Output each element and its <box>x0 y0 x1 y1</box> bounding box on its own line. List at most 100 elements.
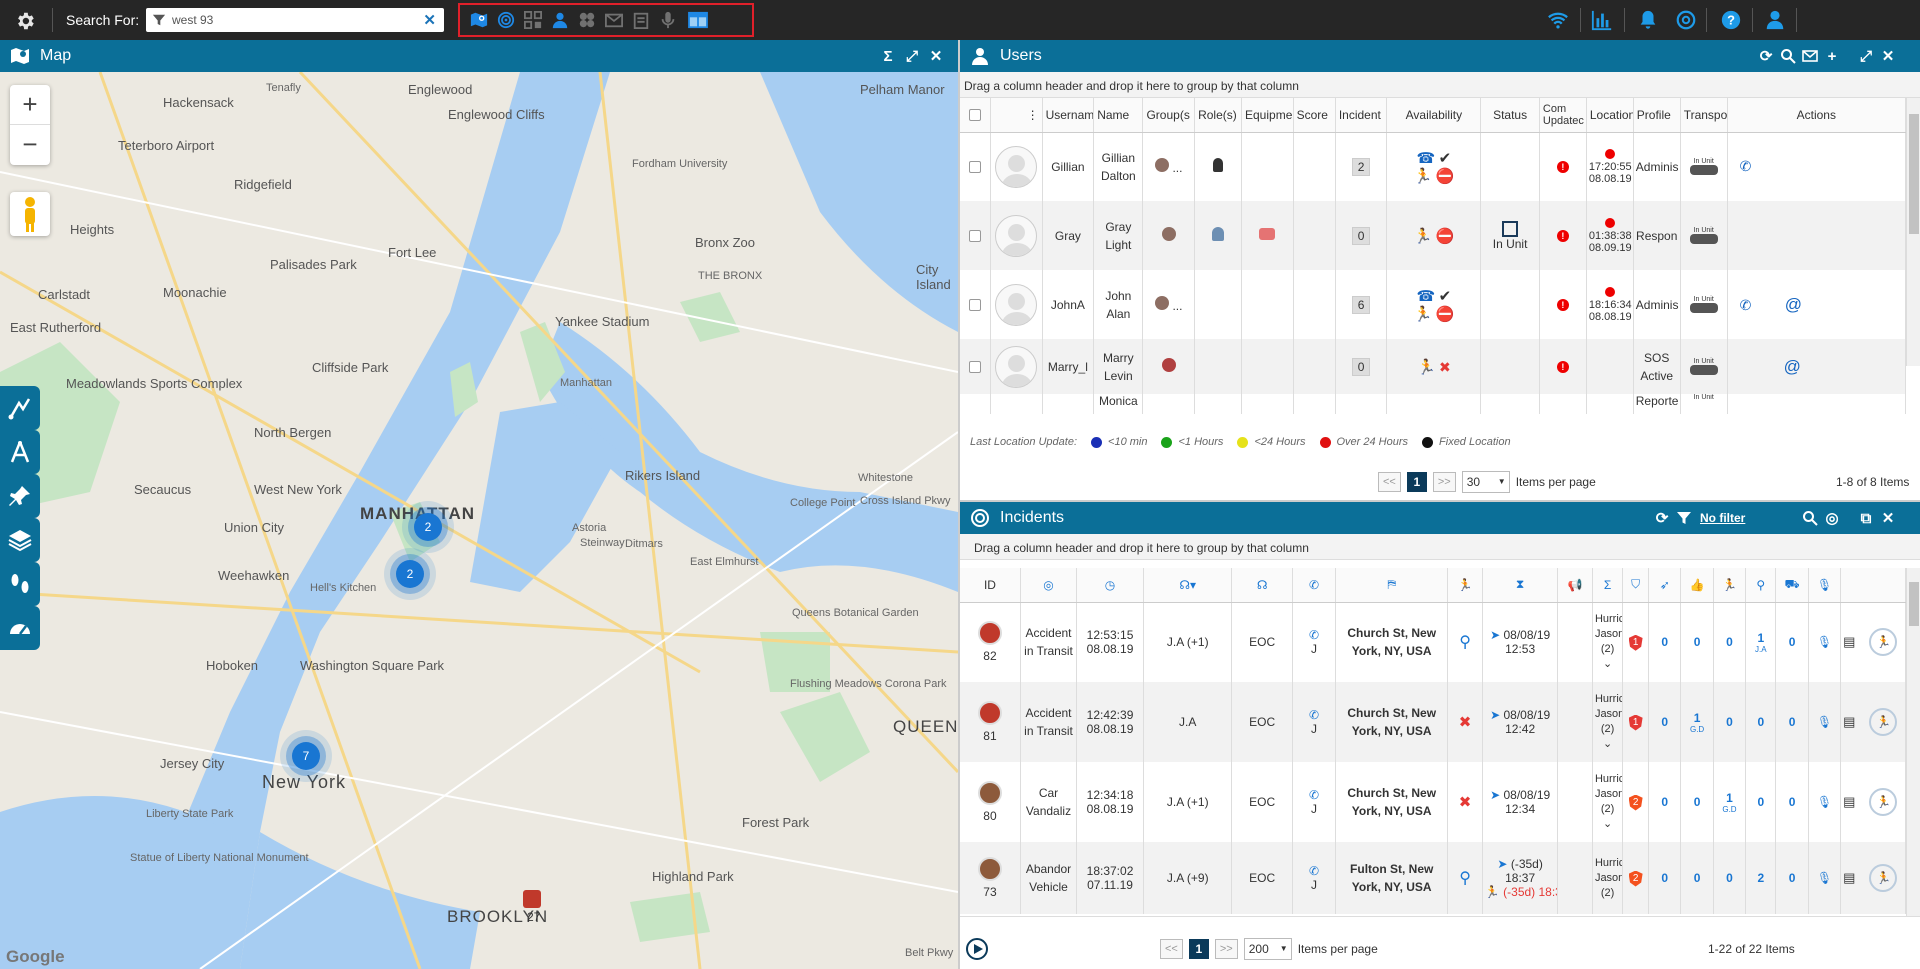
add-incident-icon[interactable]: ◎ <box>1824 510 1840 527</box>
phone-icon[interactable]: ✆ <box>1295 708 1333 722</box>
users-icon[interactable] <box>551 11 569 29</box>
footprints-tool[interactable] <box>0 562 40 606</box>
mail-icon[interactable] <box>1802 48 1818 64</box>
pin-tool[interactable] <box>0 474 40 518</box>
column-header[interactable]: Equipme <box>1241 98 1294 133</box>
voice-icon[interactable] <box>659 11 677 29</box>
row-checkbox[interactable] <box>960 132 991 201</box>
responders-column-icon[interactable]: 🏃 <box>1713 568 1747 603</box>
chevron-down-icon[interactable]: ⌄ <box>1595 817 1620 832</box>
column-header[interactable]: Group(s <box>1142 98 1196 133</box>
play-icon[interactable] <box>966 938 988 960</box>
wifi-icon[interactable] <box>1546 9 1570 31</box>
dispatch-column-icon[interactable]: ➶ <box>1648 568 1682 603</box>
table-row[interactable]: 81 Accident in Transit 12:42:39 08.08.19 … <box>960 682 1906 762</box>
messages-icon[interactable] <box>605 11 623 29</box>
acknowledge-column-icon[interactable]: 👍 <box>1680 568 1714 603</box>
run-incident-button[interactable]: 🏃 <box>1869 864 1898 892</box>
search-input[interactable] <box>172 10 412 30</box>
zoom-in-button[interactable]: + <box>10 85 50 125</box>
settings-gear-icon[interactable] <box>14 10 34 30</box>
filter-icon[interactable] <box>1676 510 1692 526</box>
zoom-out-button[interactable]: − <box>10 125 50 165</box>
column-header[interactable]: Location <box>1586 98 1634 133</box>
per-page-select[interactable]: 200 <box>1243 938 1292 960</box>
close-icon[interactable]: ✕ <box>1880 510 1896 527</box>
next-page-button[interactable]: >> <box>1214 939 1238 959</box>
close-icon[interactable]: ✕ <box>928 48 944 65</box>
report-icon[interactable]: ▤ <box>1843 623 1855 661</box>
incidents-group-hint[interactable]: Drag a column header and drop it here to… <box>960 534 1920 560</box>
row-checkbox[interactable] <box>960 339 991 394</box>
broadcast-column-icon[interactable]: 📢 <box>1557 568 1593 603</box>
resources-icon[interactable] <box>578 11 596 29</box>
per-page-select[interactable]: 30 <box>1461 471 1510 493</box>
column-header[interactable]: Com Updatec <box>1539 98 1587 133</box>
location-pin-icon[interactable]: ⚲ <box>1459 870 1471 887</box>
column-header[interactable]: Status <box>1480 98 1540 133</box>
location-pin-icon[interactable]: ⚲ <box>1459 634 1471 651</box>
chevron-down-icon[interactable]: ⌄ <box>1595 657 1620 672</box>
email-at-icon[interactable]: @ <box>1785 295 1802 314</box>
audio-column-icon[interactable]: 🎙 <box>1808 568 1842 603</box>
table-row[interactable]: 82 Accident in Transit 12:53:15 08.08.19 … <box>960 602 1906 682</box>
column-header-id[interactable]: ID <box>960 568 1021 603</box>
microphone-icon[interactable]: 🎙 <box>1817 795 1832 809</box>
unassigned-icon[interactable]: ✖ <box>1459 794 1472 811</box>
severity-column-icon[interactable]: ⛉ <box>1622 568 1650 603</box>
map-cluster-marker[interactable]: 2 <box>396 560 424 588</box>
row-checkbox[interactable] <box>960 394 991 414</box>
table-row[interactable]: Marry_l Marry Levin 0 🏃 ✖ ! SOS Active I… <box>960 339 1907 394</box>
speedometer-tool[interactable] <box>0 606 40 650</box>
column-header[interactable]: Incident <box>1335 98 1388 133</box>
row-checkbox[interactable] <box>960 201 991 270</box>
filter-icon[interactable] <box>152 13 166 27</box>
close-icon[interactable]: ✕ <box>1880 48 1896 65</box>
email-at-icon[interactable]: @ <box>1784 357 1801 376</box>
refresh-icon[interactable]: ⟳ <box>1654 510 1670 527</box>
sigma-icon[interactable]: Σ <box>880 48 896 65</box>
duration-column-icon[interactable]: ⧗ <box>1482 568 1559 603</box>
expand-icon[interactable]: ⤢ <box>904 48 920 65</box>
layout-icon[interactable] <box>686 11 710 29</box>
incidents-scrollbar[interactable] <box>1906 568 1920 916</box>
transport-column-icon[interactable]: ⛟ <box>1775 568 1809 603</box>
expand-icon[interactable]: ⤢ <box>1858 48 1874 65</box>
agency-column-icon[interactable]: ☊ <box>1231 568 1293 603</box>
column-header[interactable]: Usernam <box>1042 98 1095 133</box>
prev-page-button[interactable]: << <box>1160 939 1183 959</box>
assignee-column-icon[interactable]: 🏃 <box>1447 568 1483 603</box>
current-page[interactable]: 1 <box>1188 939 1209 959</box>
units-icon[interactable] <box>524 11 542 29</box>
type-column-icon[interactable]: ◎ <box>1020 568 1078 603</box>
add-user-icon[interactable]: + <box>1824 48 1840 65</box>
column-header[interactable]: Score <box>1293 98 1336 133</box>
table-row[interactable]: JohnA John Alan ... 6 ☎ ✔ 🏃 ⛔ ! 18:16:34 0… <box>960 270 1907 339</box>
select-all-checkbox[interactable] <box>960 98 991 133</box>
table-row[interactable]: Gray Gray Light 0 🏃 ⛔ In Unit ! 01:38:38… <box>960 201 1907 270</box>
microphone-icon[interactable]: 🎙 <box>1817 715 1832 729</box>
call-icon[interactable]: ✆ <box>1740 158 1752 174</box>
dispatcher-filter-icon[interactable]: ☊▾ <box>1143 568 1233 603</box>
phone-icon[interactable]: ✆ <box>1295 788 1333 802</box>
map-icon[interactable] <box>470 11 488 29</box>
column-header[interactable]: Availability <box>1386 98 1482 133</box>
refresh-icon[interactable]: ⟳ <box>1758 48 1774 65</box>
location-column-icon[interactable]: ⛿ <box>1335 568 1449 603</box>
unassigned-icon[interactable]: ✖ <box>1459 714 1472 731</box>
table-row[interactable]: 80 Car Vandaliz 12:34:18 08.08.19 J.A (+1… <box>960 762 1906 842</box>
at-sign-icon[interactable] <box>1674 9 1698 31</box>
clear-search-icon[interactable]: ✕ <box>423 11 436 29</box>
layers-tool[interactable] <box>0 518 40 562</box>
filter-dropdown[interactable]: No filter <box>1700 511 1745 525</box>
table-row[interactable]: Monica Reporte In Unit <box>960 394 1907 414</box>
incident-map-marker-icon[interactable] <box>523 890 541 908</box>
column-header[interactable]: Role(s) <box>1194 98 1242 133</box>
alerts-icon[interactable] <box>1636 9 1660 31</box>
run-incident-button[interactable]: 🏃 <box>1869 788 1898 816</box>
export-icon[interactable]: ⧉ <box>1858 510 1874 527</box>
map-cluster-marker[interactable]: 2 <box>414 513 442 541</box>
prev-page-button[interactable]: << <box>1378 472 1401 492</box>
run-incident-button[interactable]: 🏃 <box>1869 628 1898 657</box>
chevron-down-icon[interactable]: ⌄ <box>1595 737 1620 752</box>
